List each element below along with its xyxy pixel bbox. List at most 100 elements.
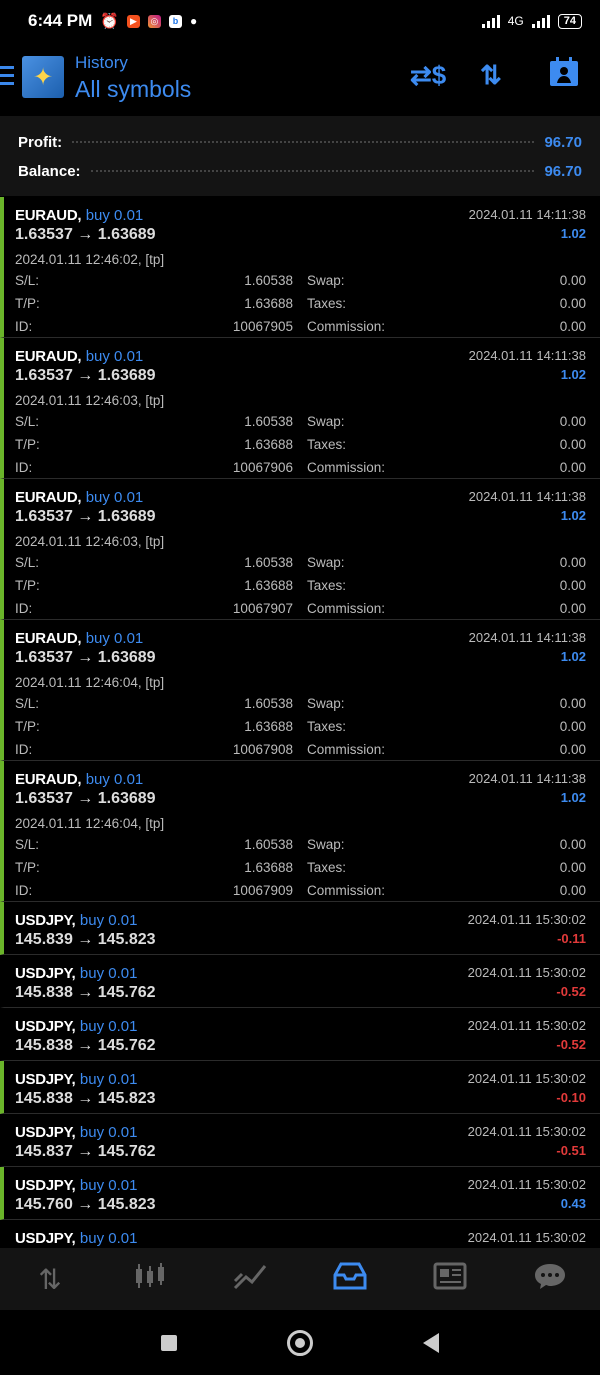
trade-row[interactable]: USDJPY, buy 0.01 2024.01.11 15:30:02 145.8…	[0, 1008, 600, 1061]
deposit-icon[interactable]: ⇄$	[410, 60, 446, 91]
trade-row[interactable]: EURAUD, buy 0.01 2024.01.11 14:11:38 1.635…	[0, 620, 600, 761]
trade-symbol: USDJPY,	[15, 965, 76, 982]
trade-row[interactable]: USDJPY, buy 0.01 2024.01.11 15:30:02 145.8…	[0, 1061, 600, 1114]
trade-prices: 145.838 → 145.823	[15, 1090, 156, 1107]
trade-close-time: 2024.01.11 15:30:02	[467, 1177, 586, 1192]
messages-icon[interactable]	[520, 1261, 580, 1298]
trade-prices: 1.63537 → 1.63689	[15, 508, 156, 525]
recent-apps-icon[interactable]	[161, 1334, 177, 1351]
trade-symbol: USDJPY,	[15, 1124, 76, 1141]
trade-history-list[interactable]: EURAUD, buy 0.01 2024.01.11 14:11:38 1.635…	[0, 197, 600, 1247]
commission-label: Commission:	[307, 883, 386, 898]
sl-value: 1.60538	[244, 555, 293, 570]
sl-value: 1.60538	[244, 696, 293, 711]
trade-details: 2024.01.11 12:46:02, [tp] S/L: 1.60538 Swap…	[4, 244, 600, 340]
trade-details: 2024.01.11 12:46:04, [tp] S/L: 1.60538 Swap…	[4, 808, 600, 904]
trade-row[interactable]: EURAUD, buy 0.01 2024.01.11 14:11:38 1.635…	[0, 479, 600, 620]
app-logo[interactable]: ✦	[22, 56, 64, 98]
status-bar: 6:44 PM ⏰ ▶ ◎ b ● 4G 74	[0, 0, 600, 42]
trade-open-time: 2024.01.11 12:46:04, [tp]	[15, 675, 165, 690]
trade-side: buy 0.01	[79, 912, 138, 929]
sort-icon[interactable]: ⇅	[480, 60, 502, 91]
trade-profit: 1.02	[560, 790, 586, 805]
commission-value: 0.00	[559, 883, 586, 898]
taxes-label: Taxes:	[307, 296, 347, 311]
trade-close-time: 2024.01.11 15:30:02	[467, 1018, 586, 1033]
id-value: 10067909	[232, 883, 293, 898]
swap-value: 0.00	[559, 273, 586, 288]
tp-value: 1.63688	[244, 860, 293, 875]
trade-symbol: EURAUD,	[15, 207, 82, 224]
trade-open-time: 2024.01.11 12:46:02, [tp]	[15, 252, 165, 267]
tp-label: T/P:	[15, 860, 40, 875]
balance-value: 96.70	[544, 162, 582, 180]
alarm-icon: ⏰	[100, 13, 119, 30]
trade-close-time: 2024.01.11 15:30:02	[467, 1124, 586, 1139]
trade-close-time: 2024.01.11 15:30:02	[467, 1230, 586, 1245]
taxes-label: Taxes:	[307, 578, 347, 593]
trade-open-time: 2024.01.11 12:46:04, [tp]	[15, 816, 165, 831]
app-notification-icon: b	[168, 14, 182, 28]
trade-prices: 1.63537 → 1.63689	[15, 790, 156, 807]
trade-side: buy 0.01	[79, 1071, 138, 1088]
chart-icon[interactable]	[120, 1261, 180, 1298]
trade-profit: -0.10	[556, 1090, 586, 1105]
history-icon[interactable]	[320, 1261, 380, 1298]
symbol-filter[interactable]: All symbols	[75, 76, 191, 103]
trade-details: 2024.01.11 12:46:03, [tp] S/L: 1.60538 Swap…	[4, 385, 600, 481]
swap-label: Swap:	[307, 555, 345, 570]
period-calendar-icon[interactable]	[548, 56, 580, 95]
swap-value: 0.00	[559, 837, 586, 852]
id-label: ID:	[15, 319, 33, 334]
trade-symbol: USDJPY,	[15, 912, 76, 929]
trade-profit: 1.02	[560, 649, 586, 664]
trade-side: buy 0.01	[79, 1124, 138, 1141]
quotes-icon[interactable]: ⇅	[20, 1263, 80, 1296]
taxes-label: Taxes:	[307, 719, 347, 734]
trade-row[interactable]: USDJPY, buy 0.01 2024.01.11 15:30:02 145.7…	[0, 1167, 600, 1220]
news-icon[interactable]	[420, 1261, 480, 1298]
trade-row[interactable]: USDJPY, buy 0.01 2024.01.11 15:30:02 145.8…	[0, 1114, 600, 1167]
swap-value: 0.00	[559, 555, 586, 570]
back-icon[interactable]	[423, 1332, 439, 1353]
trade-open-time: 2024.01.11 12:46:03, [tp]	[15, 393, 165, 408]
home-icon[interactable]	[287, 1329, 313, 1356]
bottom-nav: ⇅	[0, 1248, 600, 1310]
balance-label: Balance:	[18, 162, 81, 180]
menu-icon[interactable]	[0, 66, 14, 90]
instagram-icon: ◎	[147, 14, 161, 28]
trade-symbol: EURAUD,	[15, 348, 82, 365]
trade-prices: 145.838 → 145.762	[15, 984, 156, 1001]
trade-close-time: 2024.01.11 15:30:02	[467, 965, 586, 980]
trade-row[interactable]: EURAUD, buy 0.01 2024.01.11 14:11:38 1.635…	[0, 338, 600, 479]
tp-label: T/P:	[15, 719, 40, 734]
trade-row[interactable]: USDJPY, buy 0.01 2024.01.11 15:30:02	[0, 1220, 600, 1247]
trade-icon[interactable]	[220, 1261, 280, 1298]
trade-prices: 1.63537 → 1.63689	[15, 649, 156, 666]
trade-symbol: USDJPY,	[15, 1177, 76, 1194]
swap-label: Swap:	[307, 837, 345, 852]
id-label: ID:	[15, 601, 33, 616]
trade-symbol: USDJPY,	[15, 1018, 76, 1035]
trade-close-time: 2024.01.11 15:30:02	[467, 1071, 586, 1086]
trade-row[interactable]: USDJPY, buy 0.01 2024.01.11 15:30:02 145.8…	[0, 955, 600, 1008]
profit-label: Profit:	[18, 133, 63, 151]
tp-value: 1.63688	[244, 578, 293, 593]
taxes-value: 0.00	[559, 437, 586, 452]
trade-row[interactable]: USDJPY, buy 0.01 2024.01.11 15:30:02 145.8…	[0, 902, 600, 955]
trade-close-time: 2024.01.11 14:11:38	[468, 630, 586, 645]
swap-label: Swap:	[307, 696, 345, 711]
swap-value: 0.00	[559, 414, 586, 429]
trade-close-time: 2024.01.11 14:11:38	[468, 771, 586, 786]
trade-row[interactable]: EURAUD, buy 0.01 2024.01.11 14:11:38 1.635…	[0, 197, 600, 338]
id-value: 10067905	[232, 319, 293, 334]
id-value: 10067908	[232, 742, 293, 757]
sl-label: S/L:	[15, 414, 40, 429]
taxes-value: 0.00	[559, 578, 586, 593]
trade-prices: 1.63537 → 1.63689	[15, 367, 156, 384]
divider	[90, 170, 535, 172]
trade-symbol: USDJPY,	[15, 1071, 76, 1088]
trade-row[interactable]: EURAUD, buy 0.01 2024.01.11 14:11:38 1.635…	[0, 761, 600, 902]
trade-side: buy 0.01	[79, 965, 138, 982]
swap-label: Swap:	[307, 414, 345, 429]
